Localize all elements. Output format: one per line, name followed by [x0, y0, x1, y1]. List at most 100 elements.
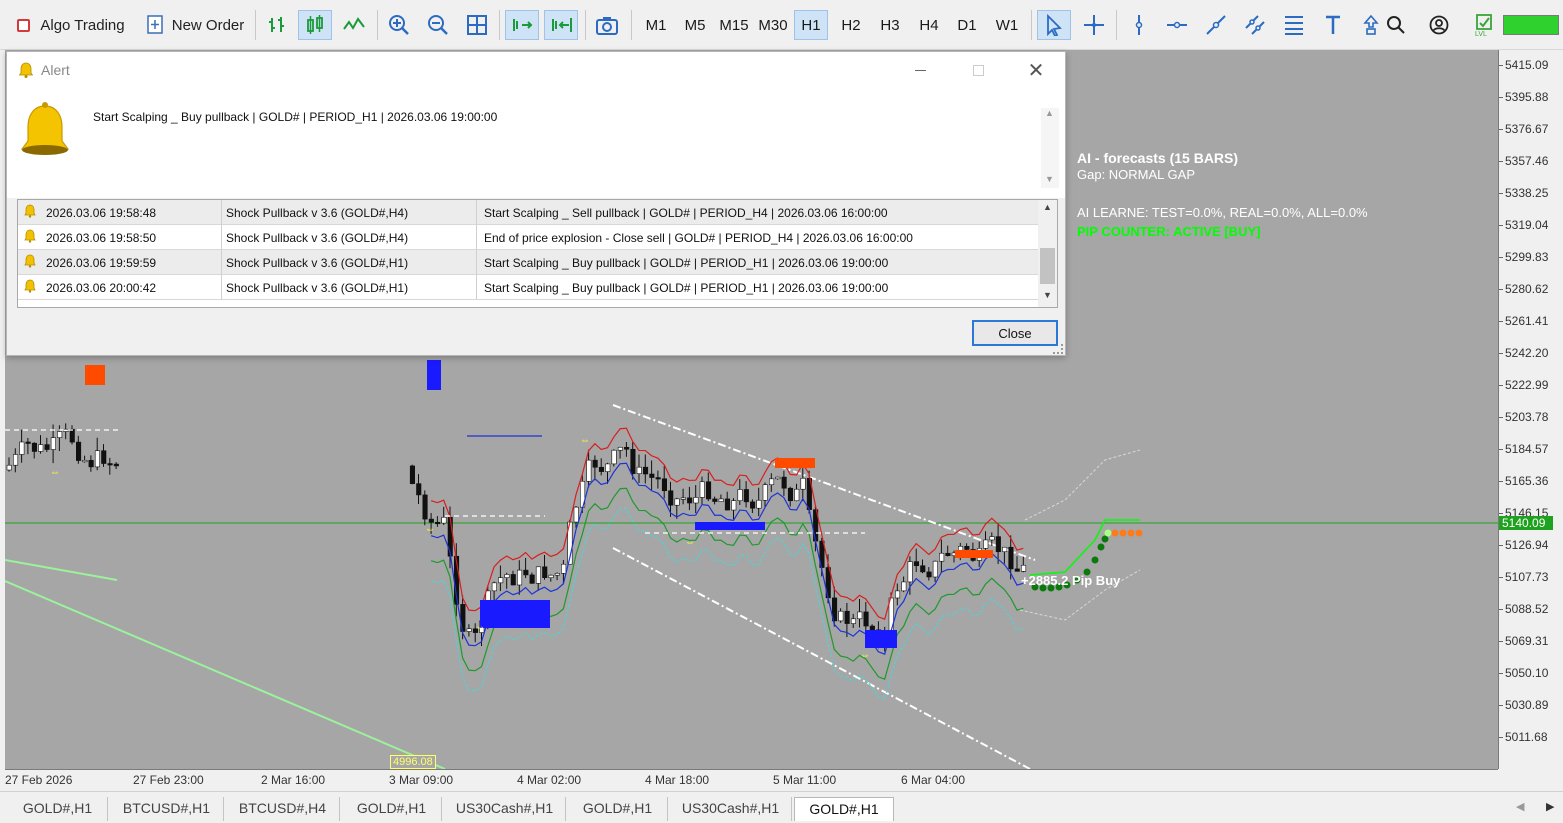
candle-body [674, 498, 680, 506]
scroll-up-icon[interactable]: ▲ [1043, 202, 1052, 212]
timeframe-h4[interactable]: H4 [912, 10, 946, 40]
line-chart-icon [343, 17, 365, 30]
candle-body [50, 437, 56, 450]
toolbar-divider [377, 10, 378, 40]
alert-row[interactable]: 2026.03.06 19:59:59 Shock Pullback v 3.6… [18, 250, 1038, 275]
alert-row[interactable]: 2026.03.06 20:00:42 Shock Pullback v 3.6… [18, 275, 1038, 300]
candle-body [932, 560, 938, 578]
list-scrollbar[interactable]: ▲ ▼ [1038, 200, 1057, 307]
time-axis[interactable]: 27 Feb 2026 27 Feb 23:00 2 Mar 16:00 3 M… [5, 769, 1498, 791]
tabs-scroll-left-icon[interactable]: ◀ [1516, 800, 1524, 813]
toolbar-divider [1031, 10, 1032, 40]
text-tool-button[interactable] [1318, 10, 1348, 40]
bar-chart-button[interactable] [262, 10, 292, 40]
forecast-line [1029, 519, 1140, 576]
candle-body [775, 476, 781, 480]
trendline-tool-button[interactable] [1201, 10, 1231, 40]
new-order-button[interactable]: New Order [143, 10, 247, 40]
candle-body [31, 442, 38, 452]
trendline [5, 559, 118, 581]
candle-body [516, 569, 523, 586]
message-scrollbar[interactable]: ▲ ▼ [1041, 108, 1059, 188]
price-tick [1499, 673, 1503, 674]
candle-body [661, 478, 668, 492]
search-button[interactable] [1381, 10, 1411, 40]
algo-trading-button[interactable]: Algo Trading [10, 10, 132, 40]
price-axis[interactable]: 5415.09 5395.88 5376.67 5357.46 5338.25 5319.… [1498, 50, 1563, 769]
column-divider [476, 225, 477, 250]
timeframe-m1[interactable]: M1 [640, 10, 672, 40]
candle-body [422, 494, 428, 520]
horizontal-line-tool-button[interactable] [1162, 10, 1192, 40]
zoom-in-button[interactable] [384, 10, 414, 40]
column-divider [221, 225, 222, 250]
scroll-down-icon[interactable]: ▼ [1045, 174, 1054, 184]
candle-body [939, 552, 945, 562]
alert-source: Shock Pullback v 3.6 (GOLD#,H1) [226, 256, 409, 270]
price-tick [1499, 449, 1503, 450]
timeframe-d1[interactable]: D1 [951, 10, 983, 40]
scroll-thumb[interactable] [1040, 248, 1055, 284]
chart-tab[interactable]: GOLD#,H1 [568, 797, 668, 821]
zoom-out-button[interactable] [423, 10, 453, 40]
resize-grip-icon[interactable] [1053, 344, 1063, 354]
auto-scroll-button[interactable] [505, 10, 539, 40]
toolbar-divider [255, 10, 256, 40]
alert-row[interactable]: 2026.03.06 19:58:50 Shock Pullback v 3.6… [18, 225, 1038, 250]
signal-arrow-icon: ⇔ [425, 524, 435, 535]
account-button[interactable] [1424, 10, 1454, 40]
vertical-line-tool-button[interactable] [1124, 10, 1154, 40]
scroll-down-icon[interactable]: ▼ [1043, 290, 1052, 300]
new-order-label: New Order [171, 16, 245, 34]
line-chart-button[interactable] [338, 10, 370, 40]
alert-text: Start Scalping _ Buy pullback | GOLD# | … [484, 281, 889, 295]
chart-tab[interactable]: GOLD#,H1 [8, 797, 108, 821]
forecast-dot [1111, 529, 1119, 537]
candle-body [523, 569, 529, 576]
candle-body [945, 552, 951, 557]
minimize-button[interactable] [897, 56, 943, 84]
timeframe-h2[interactable]: H2 [834, 10, 868, 40]
chart-tab[interactable]: US30Cash#,H1 [670, 797, 792, 821]
close-button[interactable]: Close [972, 320, 1058, 346]
chart-tab[interactable]: GOLD#,H1 [342, 797, 442, 821]
price-tick [1499, 513, 1503, 514]
scroll-up-icon[interactable]: ▲ [1045, 108, 1054, 118]
tile-windows-button[interactable] [462, 10, 492, 40]
price-tick [1499, 353, 1503, 354]
close-window-button[interactable]: ✕ [1013, 56, 1059, 84]
candlestick-chart-button[interactable] [298, 10, 332, 40]
chart-tab[interactable]: BTCUSD#,H4 [226, 797, 340, 821]
tabs-scroll-right-icon[interactable]: ▶ [1546, 800, 1554, 813]
timeframe-m5[interactable]: M5 [678, 10, 712, 40]
candle-body [743, 489, 749, 503]
pip-buy-label: +2885.2 Pip Buy [1021, 573, 1121, 588]
screenshot-button[interactable] [591, 10, 623, 40]
fibonacci-tool-button[interactable] [1279, 10, 1309, 40]
cursor-tool-button[interactable] [1037, 10, 1071, 40]
alert-row[interactable]: 2026.03.06 19:58:48 Shock Pullback v 3.6… [18, 200, 1038, 225]
price-tick [1499, 641, 1503, 642]
chart-tab[interactable]: US30Cash#,H1 [444, 797, 566, 821]
chart-tabs: GOLD#,H1 BTCUSD#,H1 BTCUSD#,H4 GOLD#,H1 … [0, 791, 1563, 823]
timeframe-m15[interactable]: M15 [716, 10, 752, 40]
candle-body [894, 590, 901, 599]
alert-title-bar[interactable]: Alert ✕ [7, 52, 1065, 88]
timeframe-h3[interactable]: H3 [873, 10, 907, 40]
trendline [5, 580, 446, 769]
channel-tool-button[interactable] [1240, 10, 1270, 40]
timeframe-h1[interactable]: H1 [794, 10, 828, 40]
price-tick [1499, 289, 1503, 290]
chart-shift-button[interactable] [544, 10, 578, 40]
auto-scroll-icon [513, 19, 533, 31]
timeframe-w1[interactable]: W1 [990, 10, 1024, 40]
close-icon: ✕ [1027, 59, 1045, 82]
candle-body [913, 561, 920, 567]
signal-level-button[interactable]: LVL [1471, 10, 1497, 40]
price-label: 5126.94 [1505, 538, 1549, 552]
crosshair-tool-button[interactable] [1078, 10, 1110, 40]
chart-tab[interactable]: BTCUSD#,H1 [110, 797, 224, 821]
chart-tab-active[interactable]: GOLD#,H1 [794, 797, 894, 821]
timeframe-m30[interactable]: M30 [755, 10, 791, 40]
candle-body [6, 464, 12, 471]
